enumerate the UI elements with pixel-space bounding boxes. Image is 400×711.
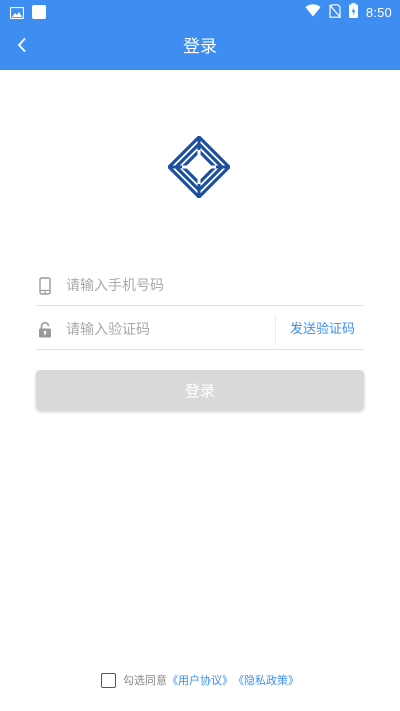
agreement-prefix: 勾选同意 bbox=[123, 674, 167, 687]
logo-emblem bbox=[166, 134, 232, 200]
no-sim-icon bbox=[328, 3, 341, 22]
status-time: 8:50 bbox=[365, 5, 392, 20]
chevron-left-icon bbox=[17, 37, 27, 57]
status-bar: 8:50 bbox=[0, 0, 400, 24]
phone-icon bbox=[35, 276, 55, 296]
back-button[interactable] bbox=[0, 24, 44, 70]
user-agreement-link[interactable]: 《用户协议》 bbox=[167, 672, 233, 688]
phone-input[interactable] bbox=[66, 270, 266, 301]
square-icon bbox=[32, 4, 46, 23]
code-field: 发送验证码 bbox=[36, 310, 364, 350]
image-icon bbox=[9, 4, 25, 23]
login-screen: 8:50 登录 请输入手机号码 请输入验证码 发送验证码 登录 勾选同意 《用户… bbox=[0, 0, 400, 711]
privacy-policy-link[interactable]: 《隐私政策》 bbox=[233, 672, 299, 688]
agreement-checkbox[interactable] bbox=[101, 672, 116, 688]
field-divider bbox=[275, 315, 276, 345]
login-button[interactable]: 登录 bbox=[36, 370, 364, 410]
battery-icon bbox=[348, 3, 358, 22]
app-bar: 登录 bbox=[0, 24, 400, 70]
page-title: 登录 bbox=[183, 37, 217, 57]
send-code-button[interactable]: 发送验证码 bbox=[290, 310, 355, 350]
code-input[interactable] bbox=[66, 314, 266, 345]
lock-icon bbox=[35, 320, 55, 340]
wifi-icon bbox=[305, 4, 321, 21]
phone-field bbox=[36, 266, 364, 306]
agreement-row: 勾选同意 《用户协议》 《隐私政策》 bbox=[0, 669, 400, 691]
